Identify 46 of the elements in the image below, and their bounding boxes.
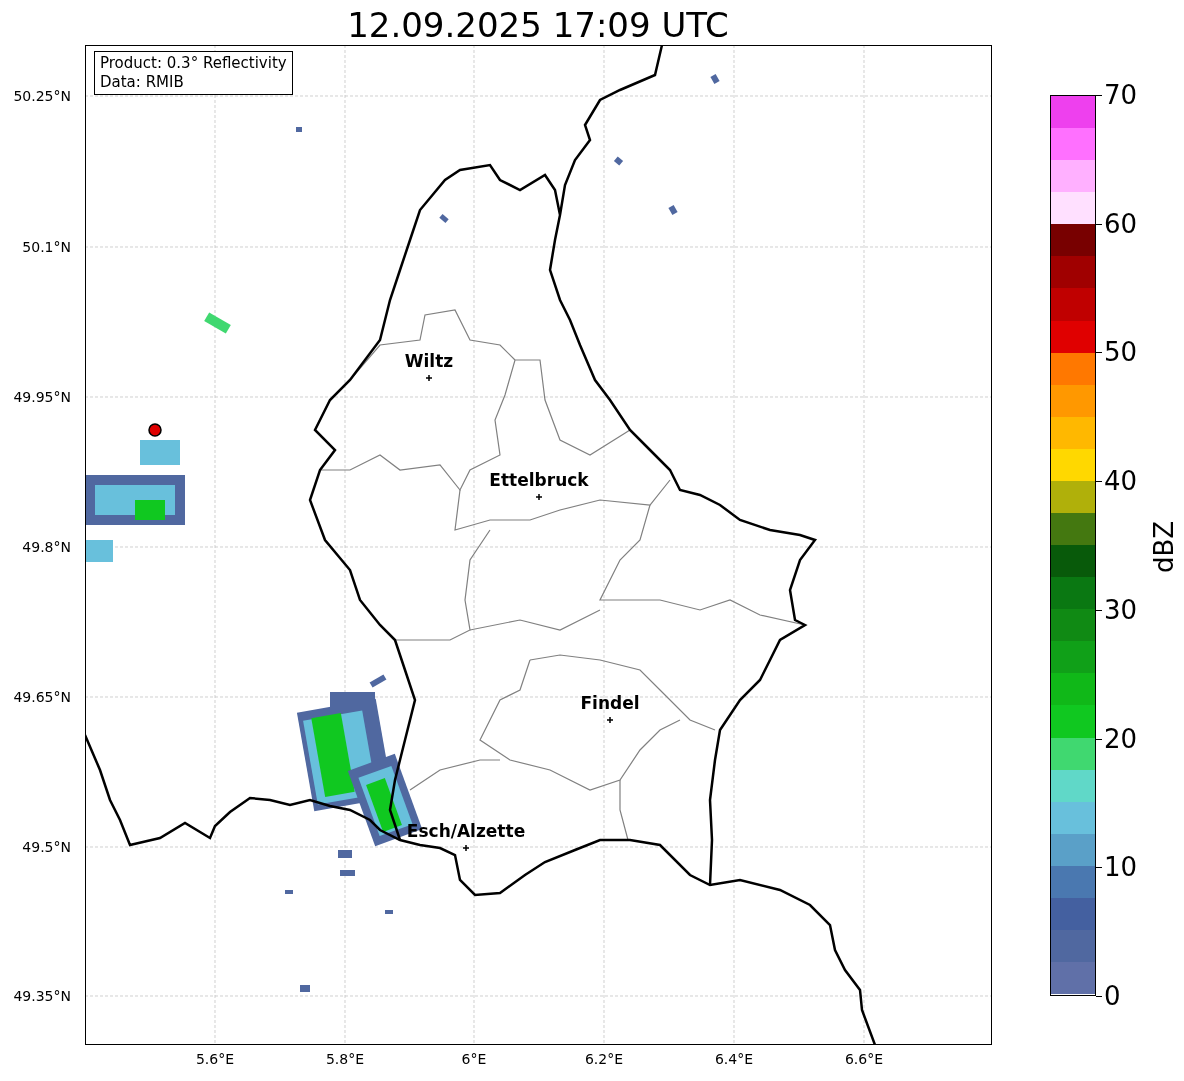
radar-site-icon	[148, 423, 162, 437]
info-text: Product: 0.3° Reflectivity	[100, 54, 287, 73]
latitude-label: 49.95°N	[13, 389, 72, 405]
colorbar-tick-label: 50	[1104, 337, 1138, 368]
chart-title: 12.09.2025 17:09 UTC	[346, 5, 730, 45]
radar-echo	[300, 985, 310, 992]
radar-echo	[439, 214, 449, 223]
radar-echo	[385, 910, 393, 914]
colorbar-tick-label: 20	[1104, 723, 1138, 754]
city-label: Esch/Alzette	[406, 821, 526, 841]
longitude-label: 6.2°E	[584, 1051, 624, 1067]
radar-echo	[140, 440, 180, 465]
radar-echo	[710, 74, 720, 84]
radar-echo	[340, 870, 355, 876]
city-marker-icon	[425, 374, 433, 382]
colorbar-tick-label: 0	[1104, 981, 1121, 1011]
radar-echo	[668, 205, 678, 215]
colorbar-tick-label: 60	[1104, 208, 1138, 239]
longitude-label: 5.8°E	[325, 1051, 365, 1067]
radar-echo	[338, 850, 352, 858]
radar-echo	[296, 127, 302, 132]
latitude-label: 50.1°N	[22, 239, 72, 255]
longitude-label: 6.6°E	[844, 1051, 884, 1067]
radar-echo	[285, 890, 293, 894]
latitude-label: 49.35°N	[13, 988, 72, 1004]
city-label: Ettelbruck	[489, 470, 589, 490]
city-marker-icon	[535, 493, 543, 501]
info-text: Data: RMIB	[100, 73, 185, 92]
colorbar-label: dBZ	[1149, 520, 1180, 574]
colorbar-tick-label: 10	[1104, 852, 1138, 883]
latitude-label: 49.65°N	[13, 689, 72, 705]
colorbar-tick-label: 70	[1104, 80, 1138, 110]
colorbar-tick-label: 30	[1104, 594, 1138, 625]
city-marker-icon	[462, 844, 470, 852]
longitude-label: 5.6°E	[195, 1051, 235, 1067]
radar-echo	[369, 674, 387, 688]
city-label: Findel	[580, 693, 640, 713]
city-label: Wiltz	[404, 351, 454, 371]
latitude-label: 49.5°N	[22, 839, 72, 855]
latitude-label: 50.25°N	[13, 88, 72, 104]
longitude-label: 6°E	[461, 1051, 487, 1067]
latitude-label: 49.8°N	[22, 539, 72, 555]
longitude-label: 6.4°E	[714, 1051, 754, 1067]
city-marker-icon	[606, 716, 614, 724]
colorbar-tick-label: 40	[1104, 466, 1138, 497]
radar-echo	[613, 156, 624, 166]
